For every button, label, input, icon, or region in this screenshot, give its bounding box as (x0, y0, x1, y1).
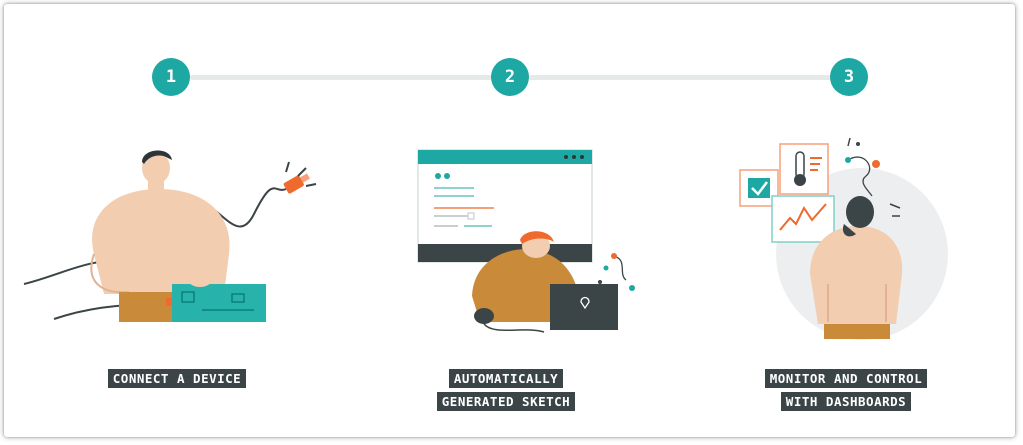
connect-device-illustration (23, 150, 317, 322)
step-connector-line (529, 75, 831, 80)
step-connector-line (190, 75, 492, 80)
step-1-badge: 1 (152, 58, 190, 96)
dashboards-illustration (739, 137, 948, 340)
caption-line: WITH DASHBOARDS (780, 392, 912, 411)
step-1-caption: CONNECT A DEVICE (87, 369, 267, 388)
step-3-badge: 3 (830, 58, 868, 96)
caption-line: AUTOMATICALLY (448, 369, 564, 388)
caption-line: MONITOR AND CONTROL (764, 369, 928, 388)
step-2-badge: 2 (491, 58, 529, 96)
caption-line: GENERATED SKETCH (436, 392, 576, 411)
step-3-caption: MONITOR AND CONTROL WITH DASHBOARDS (756, 369, 936, 411)
caption-line: CONNECT A DEVICE (107, 369, 247, 388)
how-it-works-panel: 1 2 3 CONNECT A DEVICE AUTOMATICALLY GEN… (4, 4, 1015, 437)
generated-sketch-illustration (417, 149, 635, 333)
step-2-caption: AUTOMATICALLY GENERATED SKETCH (416, 369, 596, 411)
